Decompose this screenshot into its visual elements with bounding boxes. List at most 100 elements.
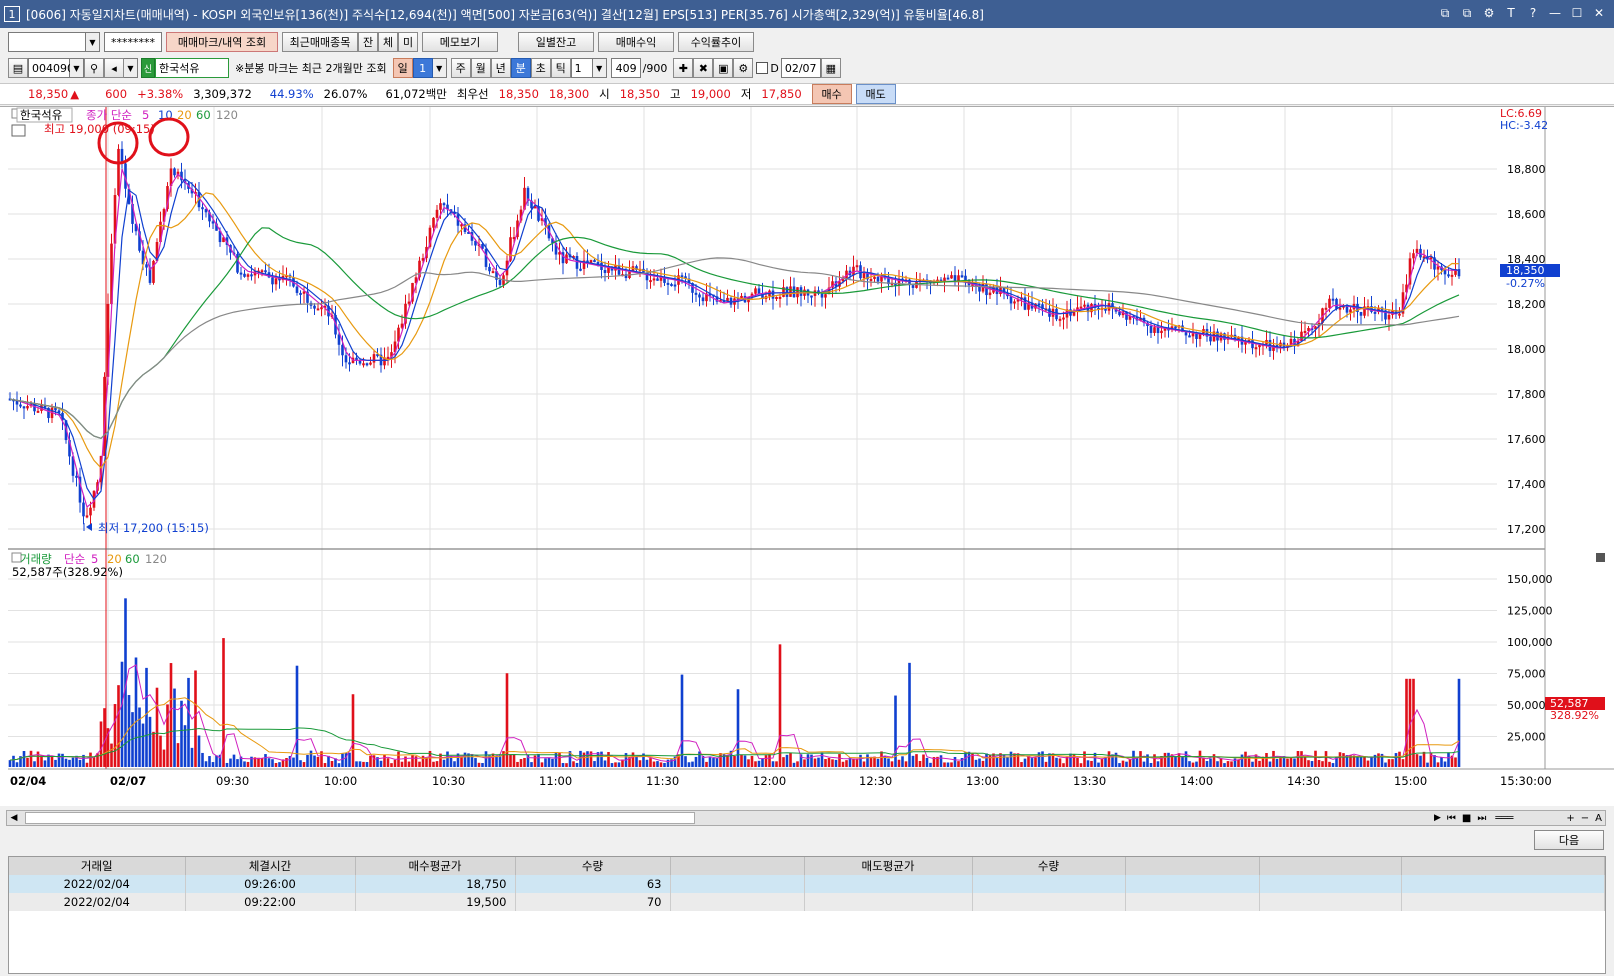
volume-bar bbox=[246, 761, 250, 767]
balance-button[interactable]: 잔 bbox=[358, 32, 378, 52]
scroll-right-icon[interactable]: ▶ bbox=[1434, 813, 1441, 823]
date-checkbox[interactable] bbox=[756, 62, 769, 74]
profit-rate-button[interactable]: 수익률추이 bbox=[678, 32, 754, 52]
recent-trade-button[interactable]: 최근매매종목 bbox=[282, 32, 358, 52]
volume-bar bbox=[1013, 753, 1016, 767]
volume-bar bbox=[1293, 758, 1296, 767]
interval-input[interactable]: 1 bbox=[570, 58, 593, 78]
volume-legend-name: 거래량 bbox=[20, 552, 52, 566]
date-input[interactable]: 02/07 bbox=[780, 58, 821, 78]
rewind-icon[interactable]: ⏮ bbox=[1447, 813, 1456, 824]
col-empty-1 bbox=[670, 857, 805, 875]
volume-bar bbox=[1240, 754, 1244, 767]
scroll-thumb[interactable] bbox=[25, 812, 695, 824]
chart-remove-icon[interactable]: ✖ bbox=[693, 58, 714, 78]
save-icon[interactable]: ▣ bbox=[713, 58, 734, 78]
stop-icon[interactable]: ■ bbox=[1462, 813, 1471, 824]
col-empty-4 bbox=[1401, 857, 1605, 875]
code-dropdown-icon[interactable]: ▼ bbox=[70, 58, 84, 78]
count-max-label: /900 bbox=[642, 61, 668, 75]
scroll-left-icon[interactable]: ◀ bbox=[7, 813, 21, 823]
cell-time: 09:22:00 bbox=[185, 893, 356, 911]
volume-bar bbox=[316, 756, 320, 767]
period-year-button[interactable]: 년 bbox=[490, 58, 511, 78]
volume-bar bbox=[813, 758, 817, 767]
period-count-field[interactable]: 1 bbox=[412, 58, 433, 78]
account-dropdown-icon[interactable]: ▼ bbox=[86, 32, 100, 52]
speaker-dropdown-icon[interactable]: ▼ bbox=[124, 58, 138, 78]
volume-bar bbox=[1125, 761, 1128, 767]
period-month-button[interactable]: 월 bbox=[470, 58, 491, 78]
volume-bar bbox=[1195, 761, 1198, 767]
volume-bar bbox=[495, 756, 498, 767]
volume-bar bbox=[1177, 753, 1181, 767]
zoom-out-icon[interactable]: − bbox=[1581, 813, 1589, 824]
cascade-icon[interactable]: ⧉ bbox=[1436, 4, 1454, 22]
close-icon[interactable]: ✕ bbox=[1590, 4, 1608, 22]
daily-balance-button[interactable]: 일별잔고 bbox=[518, 32, 594, 52]
table-row[interactable]: 2022/02/04 09:22:00 19,500 70 bbox=[9, 893, 1605, 911]
chart-add-icon[interactable]: ✚ bbox=[673, 58, 694, 78]
calendar-icon[interactable] bbox=[11, 124, 26, 137]
cell-time: 09:26:00 bbox=[185, 875, 356, 893]
trade-profit-button[interactable]: 매매수익 bbox=[598, 32, 674, 52]
count-input[interactable]: 409 bbox=[610, 58, 641, 78]
stock-name-field[interactable]: 한국석유 bbox=[155, 58, 229, 78]
period-minute-button[interactable]: 분 bbox=[510, 58, 531, 78]
search-icon[interactable]: ⚲ bbox=[84, 58, 104, 78]
panel-close-icon[interactable] bbox=[1596, 553, 1605, 562]
speaker-icon[interactable]: ◂ bbox=[104, 58, 124, 78]
period-tick-button[interactable]: 틱 bbox=[550, 58, 571, 78]
gear-icon[interactable]: ⚙ bbox=[733, 58, 754, 78]
layout-icon[interactable]: ▤ bbox=[8, 58, 28, 78]
maximize-icon[interactable]: ☐ bbox=[1568, 4, 1586, 22]
candle-body bbox=[960, 275, 964, 278]
chart-area[interactable]: 한국석유 종가 단순 5 10 20 60 120 최고 19,000 (09:… bbox=[0, 106, 1614, 806]
memo-button[interactable]: 메모보기 bbox=[422, 32, 498, 52]
candle-body bbox=[1398, 313, 1401, 316]
period-dropdown-icon[interactable]: ▼ bbox=[432, 58, 447, 78]
candle-body bbox=[75, 475, 78, 478]
password-input[interactable]: ******** bbox=[104, 32, 162, 52]
candle-body bbox=[757, 288, 761, 294]
volume-bar bbox=[446, 751, 449, 767]
chart-svg[interactable]: 한국석유 종가 단순 5 10 20 60 120 최고 19,000 (09:… bbox=[0, 107, 1614, 807]
chart-scrollbar[interactable]: ◀ ▶ ⏮ ■ ⏭ ═══ + − A bbox=[6, 810, 1606, 826]
volume-bar bbox=[1188, 761, 1191, 767]
next-button[interactable]: 다음 bbox=[1534, 830, 1604, 850]
volume-bar bbox=[659, 762, 663, 767]
tile-icon[interactable]: ⧉ bbox=[1458, 4, 1476, 22]
mark-query-button[interactable]: 매매마크/내역 조회 bbox=[166, 32, 278, 52]
zoom-slider-icon[interactable]: ═══ bbox=[1495, 813, 1513, 824]
volume-bar bbox=[435, 761, 439, 767]
font-icon[interactable]: T bbox=[1502, 4, 1520, 22]
volume-bar bbox=[698, 751, 701, 767]
stock-code-input[interactable]: 004090 bbox=[28, 58, 74, 78]
table-row[interactable]: 2022/02/04 09:26:00 18,750 63 bbox=[9, 875, 1605, 893]
zoom-in-icon[interactable]: + bbox=[1566, 813, 1574, 824]
interval-dropdown-icon[interactable]: ▼ bbox=[592, 58, 607, 78]
text-icon[interactable]: A bbox=[1595, 813, 1602, 824]
volume-bar bbox=[61, 753, 64, 767]
calendar-icon[interactable]: ▦ bbox=[820, 58, 841, 78]
volume-bar bbox=[267, 758, 271, 767]
account-input[interactable] bbox=[8, 32, 86, 52]
minimize-icon[interactable]: — bbox=[1546, 4, 1564, 22]
volume-bar bbox=[40, 755, 43, 767]
unfilled-button[interactable]: 미 bbox=[398, 32, 418, 52]
sell-button[interactable]: 매도 bbox=[855, 84, 896, 104]
period-second-button[interactable]: 초 bbox=[530, 58, 551, 78]
forward-icon[interactable]: ⏭ bbox=[1477, 813, 1486, 824]
volume-bar bbox=[841, 761, 845, 767]
period-week-button[interactable]: 주 bbox=[450, 58, 471, 78]
candle-body bbox=[964, 275, 967, 281]
help-icon[interactable]: ? bbox=[1524, 4, 1542, 22]
settings-icon[interactable]: ⚙ bbox=[1480, 4, 1498, 22]
period-day-button[interactable]: 일 bbox=[392, 58, 413, 78]
candle-body bbox=[372, 354, 376, 363]
volume-bar bbox=[1027, 756, 1030, 767]
cell-sell-qty bbox=[972, 893, 1126, 911]
volume-bar bbox=[190, 747, 194, 767]
fill-button[interactable]: 체 bbox=[378, 32, 398, 52]
buy-button[interactable]: 매수 bbox=[811, 84, 852, 104]
